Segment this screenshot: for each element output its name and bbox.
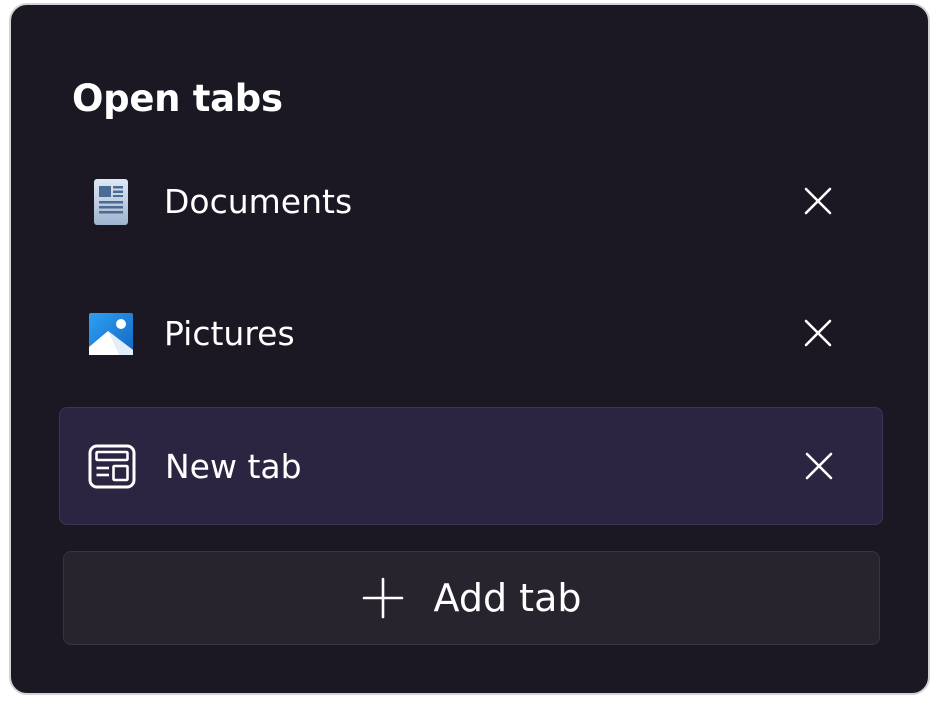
tab-label: Pictures (164, 314, 295, 353)
add-tab-button[interactable]: Add tab (63, 551, 880, 645)
new-tab-icon (88, 443, 136, 491)
close-tab-button[interactable] (795, 178, 841, 224)
tab-item-pictures[interactable]: Pictures (59, 275, 883, 393)
plus-icon (362, 577, 404, 619)
tab-item-new-tab[interactable]: New tab (59, 407, 883, 525)
close-tab-button[interactable] (795, 310, 841, 356)
close-icon (804, 187, 832, 215)
tab-label: Documents (164, 182, 353, 221)
close-tab-button[interactable] (796, 443, 842, 489)
pictures-icon (87, 310, 135, 358)
close-icon (805, 452, 833, 480)
documents-icon (87, 178, 135, 226)
add-tab-label: Add tab (433, 575, 582, 620)
panel-title: Open tabs (72, 77, 283, 120)
open-tabs-panel: Open tabs Documents Pictures New tab Add… (9, 3, 930, 695)
tab-item-documents[interactable]: Documents (59, 143, 883, 261)
add-tab-content: Add tab (64, 552, 879, 643)
close-icon (804, 319, 832, 347)
tab-label: New tab (165, 447, 302, 486)
